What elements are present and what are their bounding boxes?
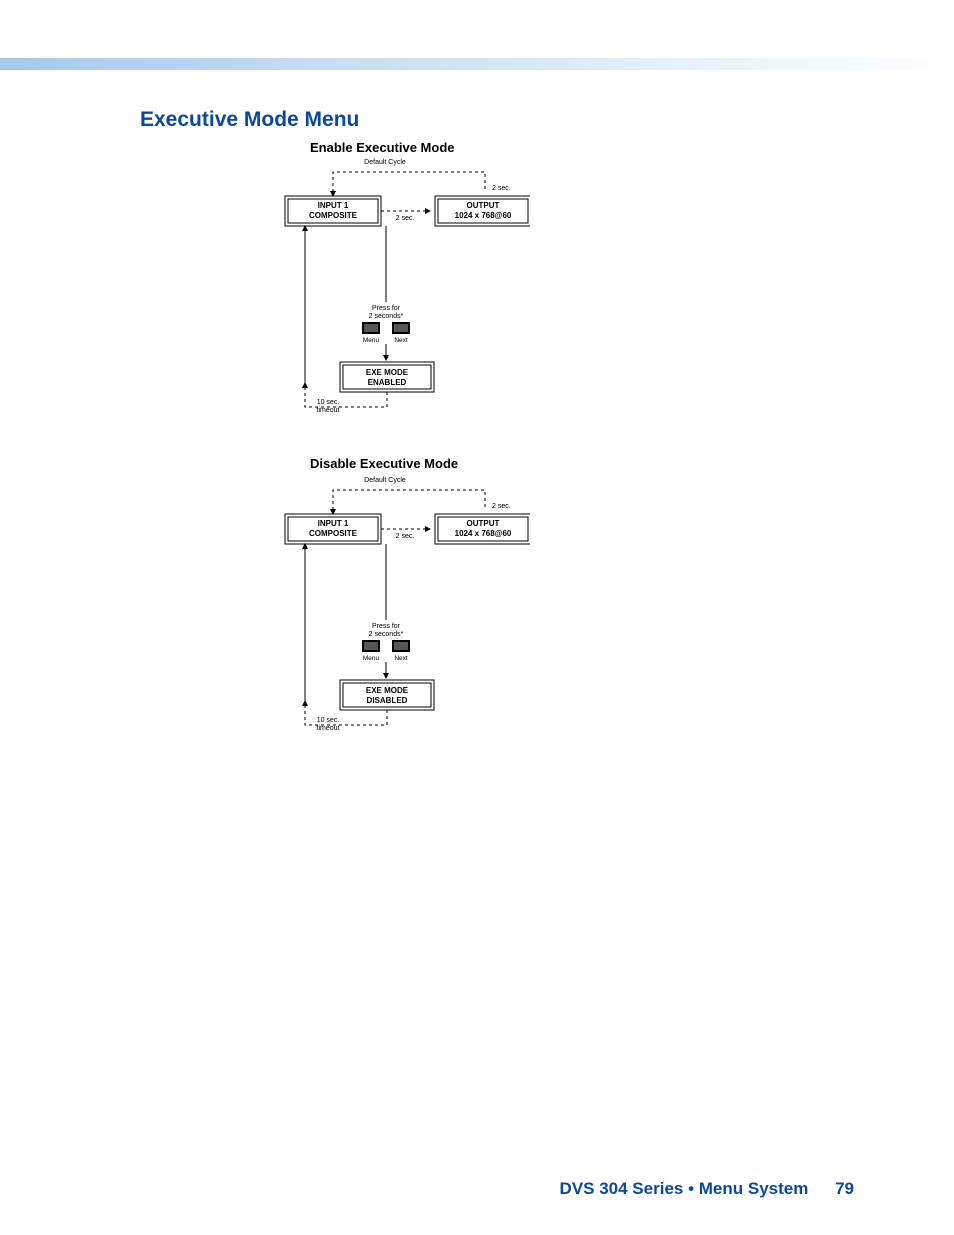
input-line1: INPUT 1 bbox=[318, 519, 349, 528]
output-line1: OUTPUT bbox=[467, 201, 500, 210]
page-top-stripe bbox=[0, 58, 954, 70]
exe-line2: DISABLED bbox=[367, 696, 408, 705]
two-sec-top: 2 sec. bbox=[492, 503, 511, 510]
svg-text:Menu: Menu bbox=[363, 337, 380, 344]
exe-line2: ENABLED bbox=[368, 378, 407, 387]
two-sec-mid: 2 sec. bbox=[396, 533, 415, 540]
input-line2: COMPOSITE bbox=[309, 211, 358, 220]
page-number: 79 bbox=[835, 1179, 854, 1198]
timeout-line1: 10 sec. bbox=[317, 717, 340, 724]
subheading-disable: Disable Executive Mode bbox=[310, 456, 458, 471]
menu-button-icon: Menu bbox=[362, 640, 380, 662]
next-button-icon: Next bbox=[392, 322, 410, 344]
press-line1: Press for bbox=[372, 305, 401, 312]
diagram-enable: Default Cycle 2 sec. INPUT 1 COMPOSITE O… bbox=[270, 152, 530, 432]
input-line1: INPUT 1 bbox=[318, 201, 349, 210]
default-cycle-label: Default Cycle bbox=[364, 477, 406, 484]
output-line1: OUTPUT bbox=[467, 519, 500, 528]
page-footer: DVS 304 Series • Menu System 79 bbox=[560, 1179, 854, 1199]
press-line2: 2 seconds* bbox=[369, 313, 404, 320]
page: Executive Mode Menu Enable Executive Mod… bbox=[0, 0, 954, 1235]
section-heading: Executive Mode Menu bbox=[140, 108, 359, 132]
menu-button-icon: Menu bbox=[362, 322, 380, 344]
input-line2: COMPOSITE bbox=[309, 529, 358, 538]
exe-line1: EXE MODE bbox=[366, 368, 409, 377]
footer-title: DVS 304 Series • Menu System bbox=[560, 1179, 809, 1198]
press-line1: Press for bbox=[372, 623, 401, 630]
exe-line1: EXE MODE bbox=[366, 686, 409, 695]
timeout-line1: 10 sec. bbox=[317, 399, 340, 406]
two-sec-top: 2 sec. bbox=[492, 185, 511, 192]
svg-text:Next: Next bbox=[394, 337, 408, 344]
two-sec-mid: 2 sec. bbox=[396, 215, 415, 222]
output-line2: 1024 x 768@60 bbox=[455, 211, 512, 220]
press-line2: 2 seconds* bbox=[369, 631, 404, 638]
output-line2: 1024 x 768@60 bbox=[455, 529, 512, 538]
svg-text:Next: Next bbox=[394, 655, 408, 662]
default-cycle-label: Default Cycle bbox=[364, 159, 406, 166]
diagram-disable: Default Cycle 2 sec. INPUT 1 COMPOSITE O… bbox=[270, 470, 530, 750]
timeout-line2: timeout bbox=[317, 407, 340, 414]
timeout-line2: timeout bbox=[317, 725, 340, 732]
next-button-icon: Next bbox=[392, 640, 410, 662]
svg-text:Menu: Menu bbox=[363, 655, 380, 662]
